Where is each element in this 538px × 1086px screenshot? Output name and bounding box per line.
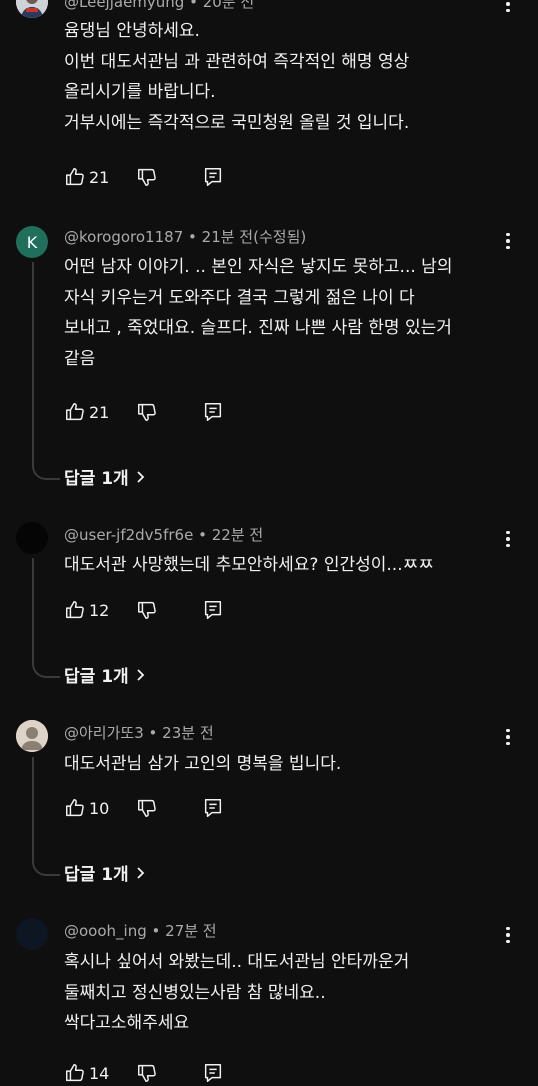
comment-text: 어떤 남자 이야기. .. 본인 자식은 낳지도 못하고... 남의 자식 키우… [64,257,453,369]
like-count: 21 [89,403,110,422]
thumb-up-icon[interactable] [64,401,86,423]
thumb-up-icon[interactable] [64,797,86,819]
reply-icon[interactable] [202,599,224,621]
comment-meta: @Leejjaemyung • 20분 전 [64,0,254,12]
avatar[interactable]: K [16,226,48,258]
thumb-up-icon[interactable] [64,1062,86,1084]
comment-meta: @korogoro1187 • 21분 전(수정됨) [64,227,306,247]
comment-actions: 14 [64,1062,264,1086]
thread-line [32,558,60,678]
avatar[interactable] [16,0,48,18]
more-vert-icon[interactable] [498,527,518,551]
replies-label: 답글 1개 [64,469,129,489]
avatar-photo-icon [16,0,48,18]
more-vert-icon[interactable] [498,923,518,947]
comment-author[interactable]: @korogoro1187 [64,228,183,246]
chevron-right-icon [137,668,144,681]
comment-time[interactable]: 20분 전 [203,0,254,11]
more-vert-icon[interactable] [498,229,518,253]
reply-icon[interactable] [202,166,224,188]
meta-separator: • [188,228,197,246]
comment-author[interactable]: @Leejjaemyung [64,0,184,11]
meta-separator: • [151,922,161,940]
comment-meta: @user-jf2dv5fr6e • 22분 전 [64,525,263,545]
comment-text: 대도서관 사망했는데 추모안하세요? 인간성이...ㅉㅉ [64,555,434,575]
avatar-letter: K [26,232,38,252]
comment-actions: 10 [64,797,264,821]
meta-separator: • [189,0,198,11]
reply-icon[interactable] [202,1062,224,1084]
comment-meta: @아리가또3 • 23분 전 [64,723,214,743]
thumb-down-icon[interactable] [136,1062,158,1084]
comment-time[interactable]: 27분 전 [165,922,216,940]
comment-actions: 12 [64,599,264,623]
avatar[interactable] [16,720,48,752]
comment-text: 대도서관님 삼가 고인의 명복을 빕니다. [64,754,342,774]
comment-time[interactable]: 21분 전(수정됨) [202,228,307,246]
comment-text: 윰댕님 안녕하세요. 이번 대도서관님 과 관련하여 즉각적인 해명 영상 올리… [64,21,410,133]
thumb-down-icon[interactable] [136,797,158,819]
replies-label: 답글 1개 [64,667,129,687]
avatar[interactable] [16,522,48,554]
comment-text: 혹시나 싶어서 와봤는데.. 대도서관님 안타까운거 둘째치고 정신병있는사람 … [64,952,410,1033]
replies-button[interactable]: 답글 1개 [64,860,147,885]
avatar[interactable] [16,918,48,950]
comment-actions: 21 [64,401,264,425]
thumb-up-icon[interactable] [64,599,86,621]
like-count: 12 [89,601,110,620]
reply-icon[interactable] [202,401,224,423]
thumb-up-icon[interactable] [64,166,86,188]
more-vert-icon[interactable] [498,725,518,749]
thread-line [32,757,60,876]
meta-separator: • [198,526,207,544]
like-count: 14 [89,1064,110,1083]
thumb-down-icon[interactable] [136,401,158,423]
chevron-right-icon [137,470,144,483]
comment-author[interactable]: @oooh_ing [64,922,147,940]
meta-separator: • [148,724,158,742]
replies-label: 답글 1개 [64,865,129,885]
chevron-right-icon [137,866,144,879]
comment-time[interactable]: 23분 전 [162,724,213,742]
like-count: 21 [89,168,110,187]
comment-author[interactable]: @아리가또3 [64,724,144,742]
replies-button[interactable]: 답글 1개 [64,662,147,687]
like-count: 10 [89,799,110,818]
replies-button[interactable]: 답글 1개 [64,464,147,489]
thumb-down-icon[interactable] [136,599,158,621]
comment-actions: 21 [64,166,264,190]
comment-author[interactable]: @user-jf2dv5fr6e [64,526,193,544]
default-avatar-icon [16,720,48,752]
comment-meta: @oooh_ing • 27분 전 [64,921,217,941]
comment-time[interactable]: 22분 전 [212,526,263,544]
thread-line [32,262,60,480]
reply-icon[interactable] [202,797,224,819]
thumb-down-icon[interactable] [136,166,158,188]
more-vert-icon[interactable] [498,0,518,16]
